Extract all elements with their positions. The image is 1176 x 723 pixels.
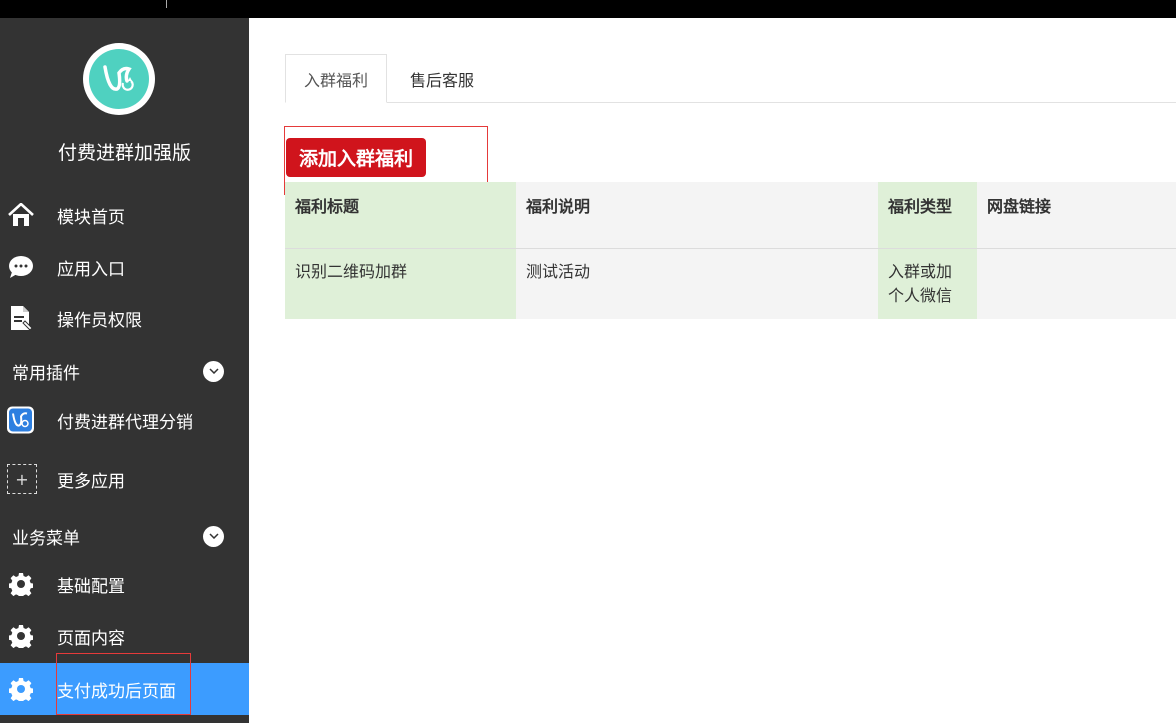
sidebar-item-label: 页面内容 bbox=[57, 628, 125, 649]
app-logo[interactable] bbox=[83, 43, 155, 115]
column-header: 网盘链接 bbox=[977, 182, 1176, 249]
sidebar-item-label: 基础配置 bbox=[57, 576, 125, 597]
app-logo-icon bbox=[7, 406, 34, 434]
gear-icon bbox=[8, 676, 34, 702]
table-row: 识别二维码加群 测试活动 入群或加个人微信 bbox=[285, 248, 1176, 319]
document-icon bbox=[8, 305, 34, 331]
sidebar-item-label: 操作员权限 bbox=[57, 310, 142, 331]
sidebar-item-label: 付费进群代理分销 bbox=[57, 412, 193, 433]
section-label: 常用插件 bbox=[12, 363, 80, 384]
sidebar-item-app-entry[interactable]: 应用入口 bbox=[0, 241, 249, 293]
gear-icon bbox=[8, 623, 34, 649]
top-bar-divider bbox=[166, 0, 167, 8]
benefits-table: 福利标题 福利说明 福利类型 网盘链接 识别二维码加群 测试活动 入群或加个人微… bbox=[285, 182, 1176, 319]
table-cell bbox=[977, 248, 1176, 319]
chevron-down-icon[interactable] bbox=[203, 360, 224, 382]
sidebar-item-home[interactable]: 模块首页 bbox=[0, 189, 249, 241]
table-cell: 测试活动 bbox=[516, 248, 878, 319]
column-header: 福利标题 bbox=[285, 182, 516, 249]
app-title: 付费进群加强版 bbox=[57, 142, 191, 164]
chat-icon bbox=[8, 254, 34, 280]
table-header-row: 福利标题 福利说明 福利类型 网盘链接 bbox=[285, 182, 1176, 249]
top-bar bbox=[0, 0, 1176, 18]
sidebar-item-operator-permissions[interactable]: 操作员权限 bbox=[0, 292, 249, 344]
gear-icon bbox=[8, 571, 34, 597]
section-business-menu[interactable]: 业务菜单 bbox=[0, 516, 249, 556]
column-header: 福利类型 bbox=[878, 182, 977, 249]
tab-group-benefits[interactable]: 入群福利 bbox=[285, 54, 388, 103]
app-logo-icon bbox=[89, 49, 149, 109]
tab-bar: 入群福利 售后客服 bbox=[285, 54, 1176, 103]
sidebar-item-basic-config[interactable]: 基础配置 bbox=[0, 558, 249, 610]
sidebar-item-more-apps[interactable]: + 更多应用 bbox=[0, 453, 249, 505]
chevron-down-icon[interactable] bbox=[203, 525, 224, 547]
main-content: 入群福利 售后客服 添加入群福利 福利标题 福利说明 福利类型 网盘链接 识别二… bbox=[249, 18, 1176, 723]
home-icon bbox=[8, 202, 34, 228]
tab-after-sales-service[interactable]: 售后客服 bbox=[392, 54, 492, 103]
sidebar-item-label: 更多应用 bbox=[57, 471, 125, 492]
sidebar-item-label: 模块首页 bbox=[57, 207, 125, 228]
column-header: 福利说明 bbox=[516, 182, 878, 249]
highlight-box bbox=[56, 653, 191, 715]
section-common-plugins[interactable]: 常用插件 bbox=[0, 351, 249, 391]
table-cell: 入群或加个人微信 bbox=[878, 248, 977, 319]
plus-icon: + bbox=[7, 464, 37, 494]
sidebar-item-agent-distribution[interactable]: 付费进群代理分销 bbox=[0, 394, 249, 446]
section-label: 业务菜单 bbox=[12, 528, 80, 549]
sidebar-item-label: 应用入口 bbox=[57, 259, 125, 280]
table-cell: 识别二维码加群 bbox=[285, 248, 516, 319]
sidebar: 付费进群加强版 模块首页 应用入口 操作员权限 常用插件 付费进群代理分销 + … bbox=[0, 18, 249, 723]
